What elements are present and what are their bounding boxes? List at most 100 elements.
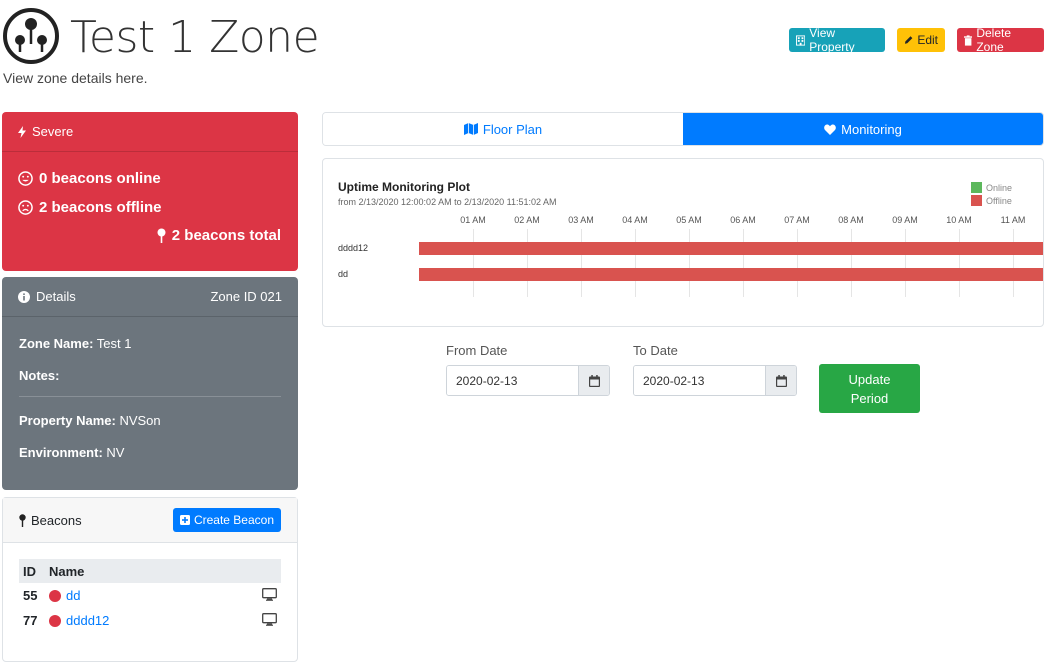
legend-swatch-offline (971, 195, 982, 206)
beacons-card-header: Beacons Create Beacon (3, 498, 297, 543)
environment-value: NV (106, 445, 125, 460)
notes-label: Notes: (19, 368, 60, 383)
to-date-input[interactable] (634, 366, 765, 395)
series-label: dddd12 (338, 243, 369, 253)
property-name-value: NVSon (119, 413, 161, 428)
map-pin-icon (19, 513, 26, 527)
chart-gridline (905, 229, 906, 297)
x-tick-label: 09 AM (892, 215, 918, 225)
notes-row: Notes: (19, 368, 59, 383)
delete-zone-button[interactable]: Delete Zone (957, 26, 1044, 54)
delete-zone-label: Delete Zone (976, 26, 1012, 54)
beacon-id: 77 (23, 613, 38, 628)
to-date-calendar-button[interactable] (765, 366, 796, 395)
x-tick-label: 04 AM (622, 215, 648, 225)
beacons-total: 2 beacons total (157, 227, 281, 244)
to-date-field (633, 365, 797, 396)
x-tick-label: 08 AM (838, 215, 864, 225)
table-header: ID Name (19, 559, 281, 583)
chart-gridline (1013, 229, 1014, 297)
chart-gridline (527, 229, 528, 297)
legend-item-offline: Offline (971, 194, 1012, 207)
legend-label-offline: Offline (986, 195, 1012, 206)
trash-icon (964, 34, 973, 46)
tab-floor-plan[interactable]: Floor Plan (323, 113, 683, 145)
beacon-id: 55 (23, 588, 38, 603)
page-title: Test 1 Zone (70, 12, 320, 63)
chart-legend: Online Offline (971, 181, 1012, 207)
beacons-online-text: 0 beacons online (39, 170, 161, 187)
beacons-table: ID Name 55 dd 77 dddd12 (19, 559, 281, 633)
chart-title: Uptime Monitoring Plot (338, 180, 470, 194)
status-bar-dd (419, 268, 1043, 281)
monitor-icon[interactable] (262, 613, 277, 626)
beacon-name-link[interactable]: dddd12 (66, 613, 109, 628)
edit-label: Edit (917, 33, 938, 47)
x-tick-label: 10 AM (946, 215, 972, 225)
beacons-card: Beacons Create Beacon ID Name 55 dd 77 d… (2, 497, 298, 662)
zone-name-label: Zone Name: (19, 336, 94, 351)
beacon-name-link[interactable]: dd (66, 588, 80, 603)
monitor-icon[interactable] (262, 588, 277, 601)
info-icon (18, 290, 30, 303)
property-name-label: Property Name: (19, 413, 116, 428)
chart-gridline (851, 229, 852, 297)
status-card: Severe 0 beacons online 2 beacons offlin… (2, 112, 298, 271)
calendar-icon (775, 374, 787, 387)
chart-gridline (635, 229, 636, 297)
x-tick-label: 03 AM (568, 215, 594, 225)
from-date-input[interactable] (447, 366, 578, 395)
status-label: Severe (32, 124, 74, 139)
edit-button[interactable]: Edit (897, 28, 945, 52)
uptime-chart: Uptime Monitoring Plot from 2/13/2020 12… (322, 158, 1044, 327)
from-date-label: From Date (446, 343, 508, 358)
x-tick-label: 06 AM (730, 215, 756, 225)
view-tabs: Floor Plan Monitoring (322, 112, 1044, 146)
legend-label-online: Online (986, 182, 1013, 193)
details-card-header: Details Zone ID 021 (2, 277, 298, 317)
environment-row: Environment: NV (19, 445, 124, 460)
offline-status-dot (49, 614, 61, 627)
update-period-button[interactable]: Update Period (819, 364, 920, 413)
beacons-offline-text: 2 beacons offline (39, 199, 162, 216)
column-header-id: ID (23, 563, 36, 579)
from-date-calendar-button[interactable] (578, 366, 609, 395)
x-tick-label: 01 AM (460, 215, 486, 225)
property-name-row: Property Name: NVSon (19, 413, 161, 428)
zone-name-row: Zone Name: Test 1 (19, 336, 131, 351)
x-tick-label: 07 AM (784, 215, 810, 225)
x-tick-label: 05 AM (676, 215, 702, 225)
tab-monitoring[interactable]: Monitoring (683, 113, 1043, 145)
bolt-icon (18, 125, 26, 138)
offline-status-dot (49, 589, 61, 602)
pencil-icon (904, 36, 913, 44)
table-row: 77 dddd12 (19, 608, 281, 633)
create-beacon-button[interactable]: Create Beacon (172, 508, 281, 532)
plus-square-icon (179, 515, 190, 525)
tab-floor-plan-label: Floor Plan (482, 121, 543, 137)
calendar-icon (588, 374, 600, 387)
beacons-online: 0 beacons online (18, 170, 161, 187)
environment-label: Environment: (19, 445, 103, 460)
to-date-label: To Date (633, 343, 678, 358)
building-icon (796, 34, 806, 46)
beacons-offline: 2 beacons offline (18, 199, 162, 216)
details-label: Details (36, 289, 76, 304)
map-pin-icon (157, 228, 166, 243)
page-subtitle: View zone details here. (3, 70, 148, 86)
beacons-label: Beacons (31, 512, 82, 528)
view-property-button[interactable]: View Property (789, 26, 885, 54)
zone-name-value: Test 1 (96, 336, 132, 351)
chart-gridline (743, 229, 744, 297)
chart-subtitle: from 2/13/2020 12:00:02 AM to 2/13/2020 … (338, 197, 557, 207)
series-label: dd (338, 269, 349, 279)
details-divider (19, 396, 281, 397)
map-icon (463, 123, 478, 135)
legend-item-online: Online (971, 181, 1012, 194)
chart-gridline (797, 229, 798, 297)
status-bar-dddd12 (419, 242, 1043, 255)
beacons-total-text: 2 beacons total (171, 227, 281, 244)
chart-gridline (689, 229, 690, 297)
view-property-label: View Property (809, 26, 855, 54)
status-card-header: Severe (2, 112, 298, 152)
